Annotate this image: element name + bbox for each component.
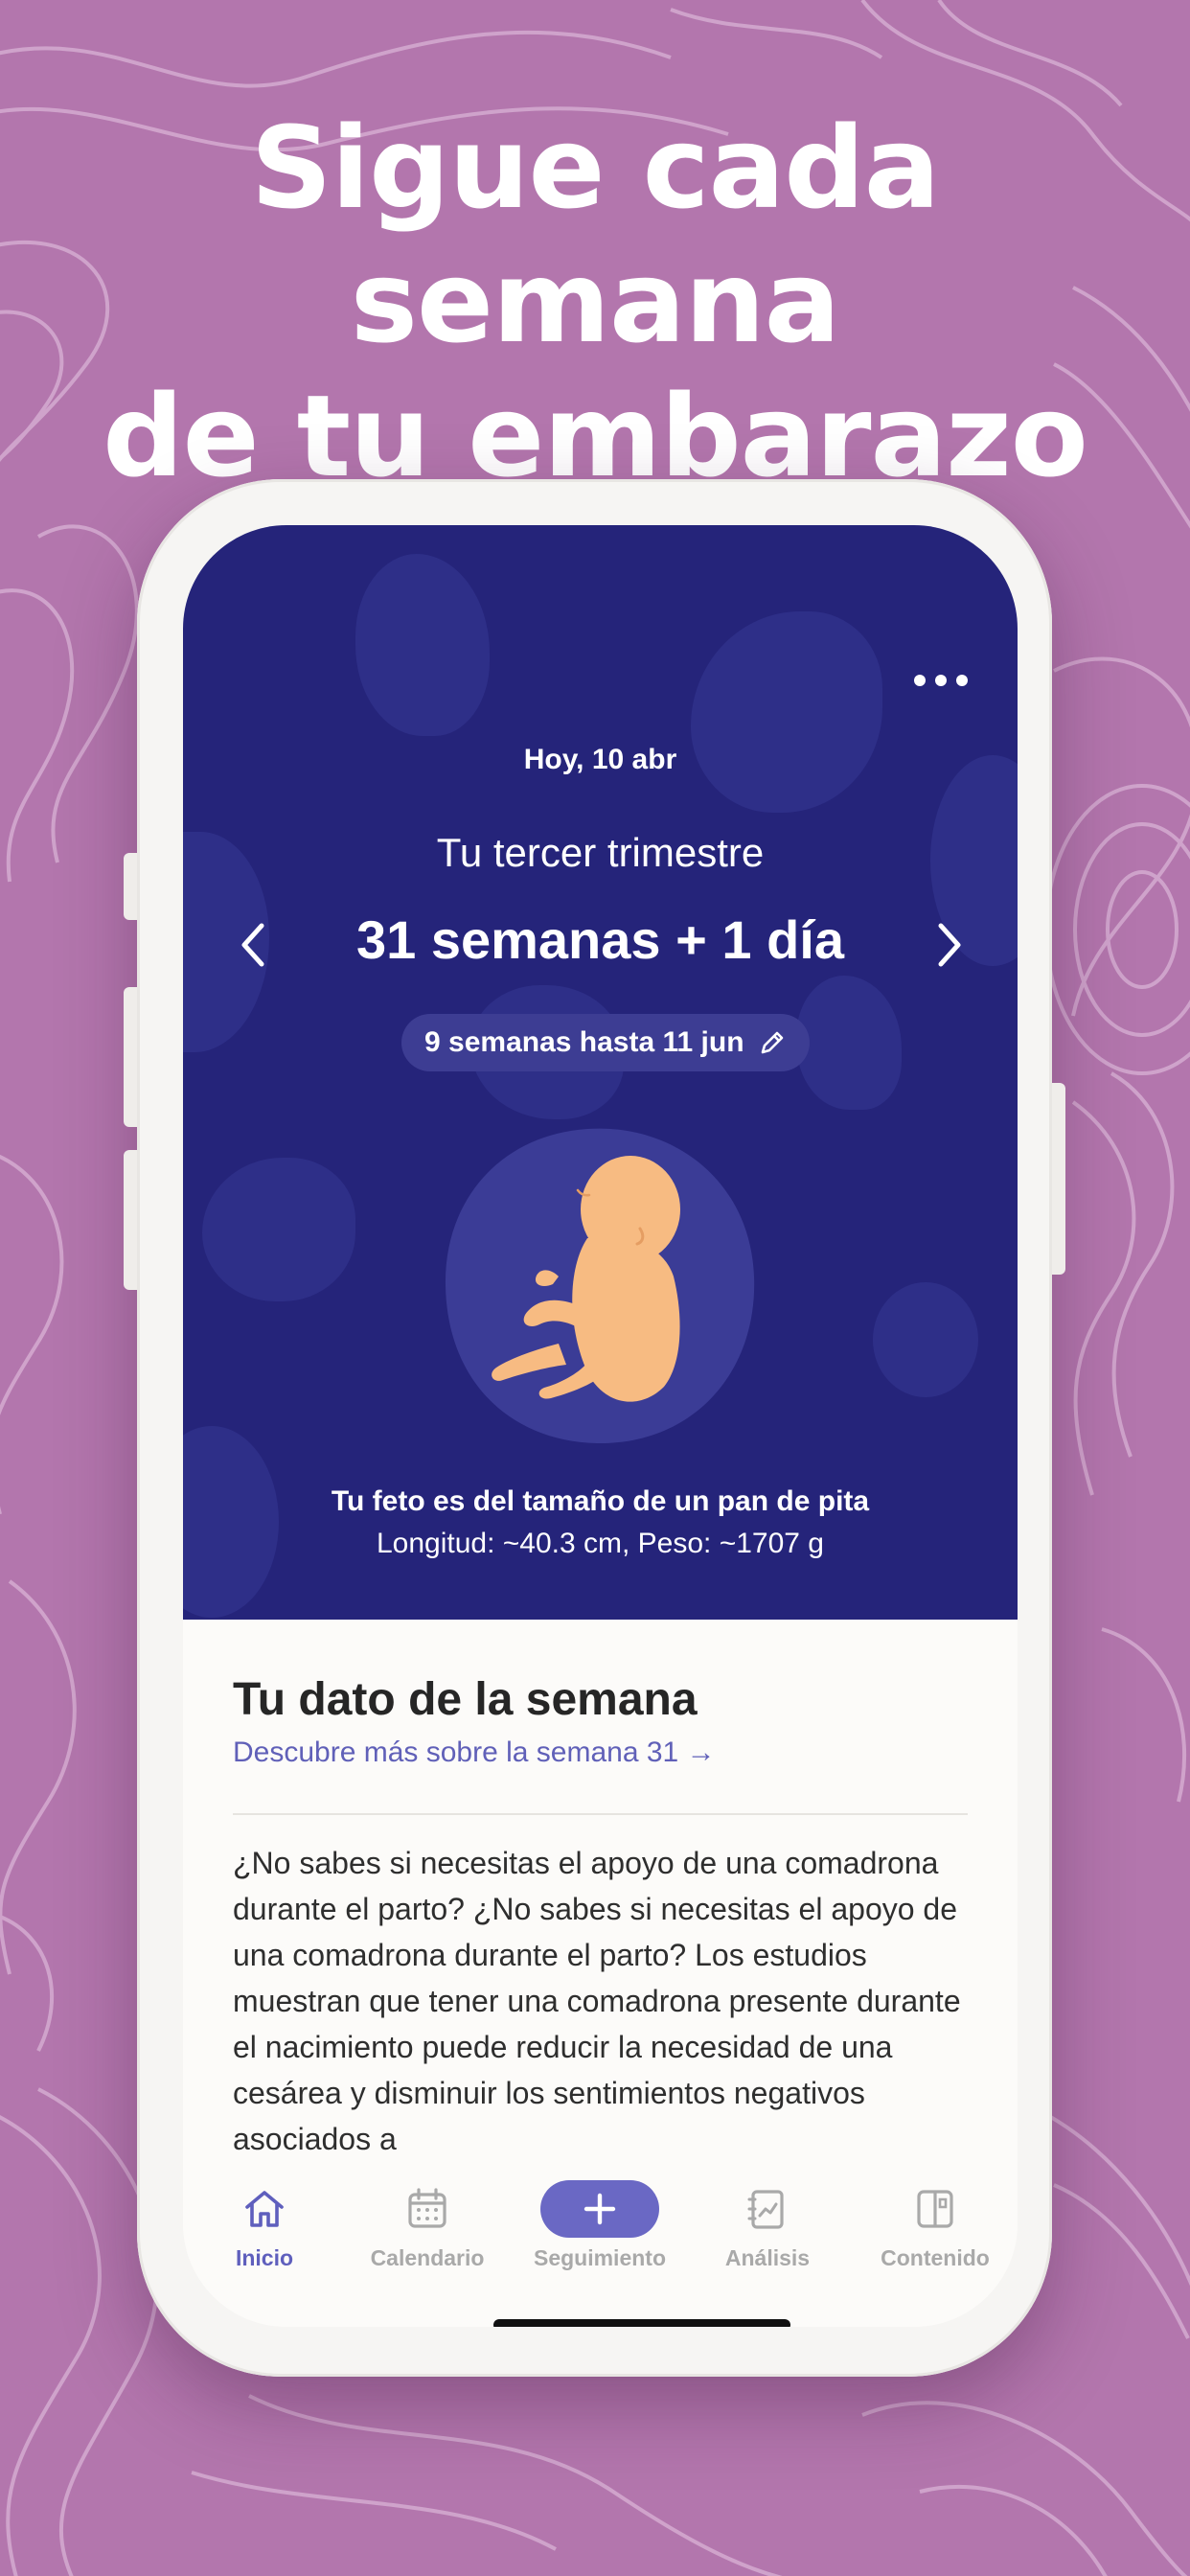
calendar-icon xyxy=(408,2188,446,2228)
due-date-pill[interactable]: 9 semanas hasta 11 jun xyxy=(401,1014,810,1071)
decor-blob xyxy=(691,611,882,813)
tab-seguimiento[interactable]: Seguimiento xyxy=(523,2169,676,2274)
weekly-fact-title: Tu dato de la semana xyxy=(233,1674,698,1725)
plus-icon xyxy=(584,2193,616,2225)
app-screen: Hoy, 10 abr Tu tercer trimestre 31 seman… xyxy=(183,525,1018,2327)
decor-blob xyxy=(202,1158,355,1301)
book-icon xyxy=(917,2190,953,2228)
bottom-tab-bar: Inicio Calendario Seguimiento Análisis C… xyxy=(183,2169,1018,2327)
fetus-measurements: Longitud: ~40.3 cm, Peso: ~1707 g xyxy=(376,1528,824,1559)
chevron-right-icon xyxy=(938,923,961,967)
tab-label: Contenido xyxy=(881,2245,990,2270)
decor-blob xyxy=(355,554,490,736)
headline-line-1: Sigue cada semana xyxy=(250,102,941,368)
weekly-fact-section: Tu dato de la semana Descubre más sobre … xyxy=(183,1620,1018,2195)
analytics-icon xyxy=(747,2190,784,2229)
due-date-text: 9 semanas hasta 11 jun xyxy=(424,1026,744,1058)
tab-calendario[interactable]: Calendario xyxy=(351,2169,504,2274)
weekly-fact-body: ¿No sabes si necesitas el apoyo de una c… xyxy=(233,1846,961,2156)
pregnancy-hero: Hoy, 10 abr Tu tercer trimestre 31 seman… xyxy=(183,525,1018,1620)
tab-analisis[interactable]: Análisis xyxy=(691,2169,844,2274)
decor-blob xyxy=(873,1282,978,1397)
fetus-illustration xyxy=(444,1123,760,1449)
phone-volume-up xyxy=(124,987,137,1127)
phone-silent-switch xyxy=(124,853,137,920)
tab-label: Inicio xyxy=(235,2245,294,2270)
current-date: Hoy, 10 abr xyxy=(523,744,677,775)
phone-frame: Hoy, 10 abr Tu tercer trimestre 31 seman… xyxy=(124,479,1065,2377)
add-tracking-button[interactable] xyxy=(540,2180,659,2238)
tab-label: Análisis xyxy=(724,2245,811,2270)
phone-power-button xyxy=(1052,1083,1065,1275)
pencil-icon xyxy=(761,1031,783,1054)
fetus-size-text: Tu feto es del tamaño de un pan de pita xyxy=(331,1485,870,1517)
home-indicator[interactable] xyxy=(493,2319,790,2327)
home-icon xyxy=(245,2191,284,2227)
trimester-label: Tu tercer trimestre xyxy=(436,830,765,875)
tab-label: Calendario xyxy=(370,2245,485,2270)
more-options-button[interactable] xyxy=(906,667,975,694)
tab-contenido[interactable]: Contenido xyxy=(858,2169,1012,2274)
more-horizontal-icon xyxy=(914,675,926,686)
divider xyxy=(233,1813,968,1815)
decor-blob xyxy=(183,1426,279,1618)
headline: Sigue cada semana de tu embarazo xyxy=(0,101,1190,503)
tab-label: Seguimiento xyxy=(533,2245,666,2270)
next-week-button[interactable] xyxy=(916,907,983,983)
tab-inicio[interactable]: Inicio xyxy=(188,2169,341,2274)
pregnancy-weeks: 31 semanas + 1 día xyxy=(355,909,844,970)
weekly-fact-link[interactable]: Descubre más sobre la semana 31 → xyxy=(233,1736,716,1769)
phone-volume-down xyxy=(124,1150,137,1290)
decor-blob xyxy=(796,976,902,1110)
